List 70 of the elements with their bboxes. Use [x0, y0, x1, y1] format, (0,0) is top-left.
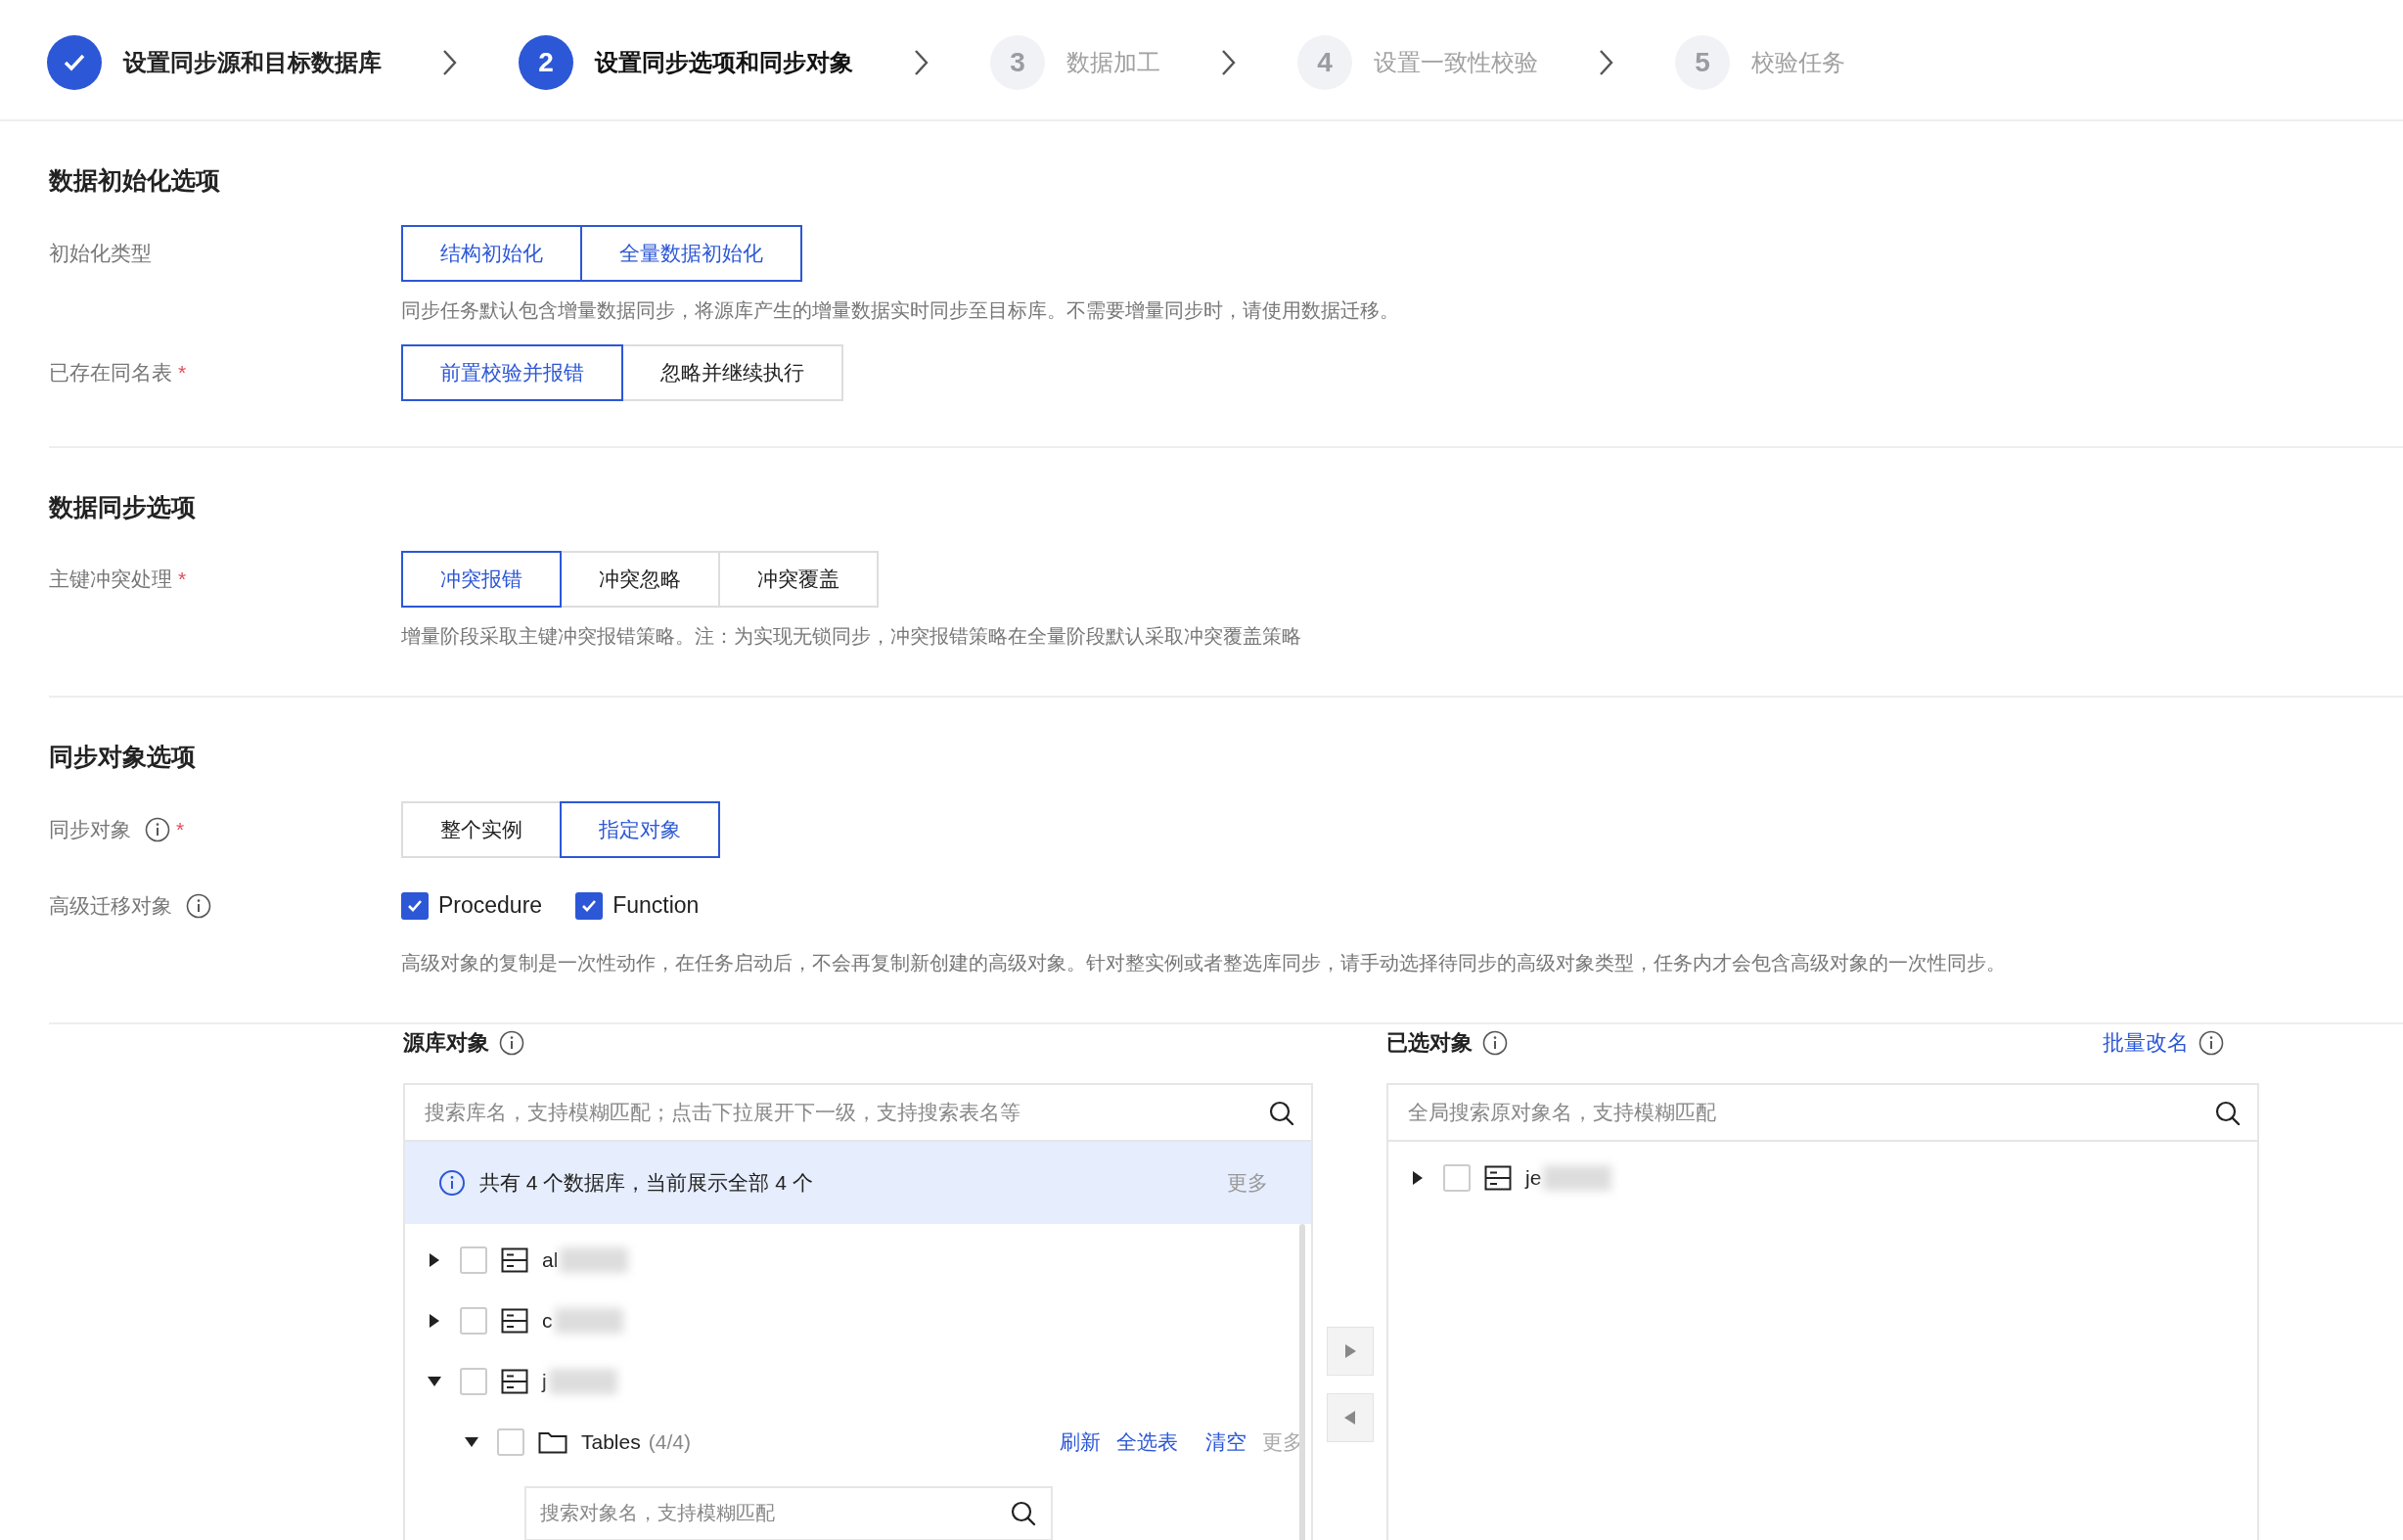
redaction-blur [548, 1368, 617, 1394]
option-button[interactable]: 结构初始化 [401, 224, 582, 282]
field-label: 高级迁移对象 [49, 892, 172, 919]
redaction-blur [560, 1246, 629, 1273]
action-link[interactable]: 清空 [1205, 1426, 1247, 1458]
search-field[interactable]: 搜索库名，支持模糊匹配；点击下拉展开下一级，支持搜索表名等 [405, 1084, 1311, 1142]
database-icon [501, 1307, 528, 1334]
option-button[interactable]: 冲突忽略 [560, 551, 720, 608]
panel-title: 源库对象 [403, 1029, 489, 1057]
hint-text: 同步任务默认包含增量数据同步，将源库产生的增量数据实时同步至目标库。不需要增量同步时，请使用数据迁移。 [401, 297, 1399, 323]
checkbox-label[interactable]: Function [612, 888, 700, 923]
option-button[interactable]: 整个实例 [401, 800, 562, 858]
triangle-left-icon [1342, 1409, 1357, 1426]
checkbox[interactable] [401, 891, 429, 920]
tree-item-label[interactable]: je [1525, 1161, 1542, 1194]
option-button[interactable]: 全量数据初始化 [580, 224, 802, 282]
required-mark: * [178, 566, 187, 593]
info-icon [499, 1029, 524, 1056]
step-number: 3 [990, 35, 1045, 90]
section-title: 数据初始化选项 [49, 165, 221, 196]
required-mark: * [176, 816, 185, 842]
redaction-blur [1543, 1164, 1612, 1191]
field-label: 初始化类型 [49, 240, 152, 266]
info-icon [2199, 1029, 2224, 1056]
action-link[interactable]: 刷新 [1060, 1426, 1101, 1458]
tree-item-label[interactable]: c [542, 1304, 553, 1336]
action-link[interactable]: 全选表 [1116, 1426, 1178, 1458]
option-button[interactable]: 忽略并继续执行 [621, 343, 843, 401]
folder-icon [538, 1429, 567, 1454]
checkbox[interactable] [575, 891, 604, 920]
field-label: 主键冲突处理 [49, 566, 172, 593]
checkbox-label[interactable]: Procedure [438, 888, 543, 923]
step-number: 4 [1297, 35, 1352, 90]
hint-text: 增量阶段采取主键冲突报错策略。注：为实现无锁同步，冲突报错策略在全量阶段默认采取冲突覆盖策略 [401, 624, 1301, 649]
section-title: 数据同步选项 [49, 491, 197, 522]
panel-title: 已选对象 [1386, 1029, 1473, 1057]
banner-text: 共有 4 个数据库，当前展示全部 4 个 [479, 1169, 813, 1196]
hint-text: 高级对象的复制是一次性动作，在任务启动后，不会再复制新创建的高级对象。针对整实例或者整选库同步，请手动选择待同步的高级对象类型，任务内才会包含高级对象的一次性同步。 [401, 950, 2006, 975]
tree-item-label[interactable]: al [542, 1244, 559, 1276]
redaction-blur [554, 1307, 623, 1334]
option-button[interactable]: 前置校验并报错 [401, 343, 623, 401]
option-button[interactable]: 冲突覆盖 [718, 551, 879, 608]
database-icon [501, 1246, 528, 1273]
step-number: 2 [519, 35, 573, 90]
section-title: 同步对象选项 [49, 742, 197, 772]
tree-item-label[interactable]: j [542, 1365, 547, 1397]
required-mark: * [178, 359, 187, 385]
database-icon [501, 1368, 528, 1394]
item-count: (4/4) [648, 1428, 691, 1455]
triangle-right-icon [1342, 1342, 1357, 1359]
info-icon [1482, 1029, 1508, 1056]
move-right-button[interactable] [1326, 1326, 1374, 1376]
rename-link[interactable]: 批量改名 [2103, 1026, 2189, 1059]
search-icon [2214, 1099, 2242, 1127]
database-icon [1484, 1164, 1512, 1191]
search-field[interactable]: 搜索对象名，支持模糊匹配 [524, 1485, 1053, 1540]
step-label[interactable]: 设置同步选项和同步对象 [595, 45, 853, 80]
option-button[interactable]: 指定对象 [560, 800, 720, 858]
option-button[interactable]: 冲突报错 [401, 551, 562, 608]
info-icon [438, 1168, 466, 1197]
field-label: 已存在同名表 [49, 359, 172, 385]
step-number: 5 [1675, 35, 1730, 90]
search-field[interactable]: 全局搜索原对象名，支持模糊匹配 [1388, 1084, 2257, 1142]
scrollbar[interactable] [1299, 1223, 1305, 1540]
step-label[interactable]: 设置同步源和目标数据库 [123, 45, 382, 80]
move-left-button[interactable] [1326, 1392, 1374, 1442]
field-label: 同步对象 [49, 816, 131, 842]
search-icon [1268, 1099, 1295, 1127]
tree-item-label[interactable]: Tables [581, 1426, 641, 1458]
search-icon [1010, 1499, 1037, 1527]
